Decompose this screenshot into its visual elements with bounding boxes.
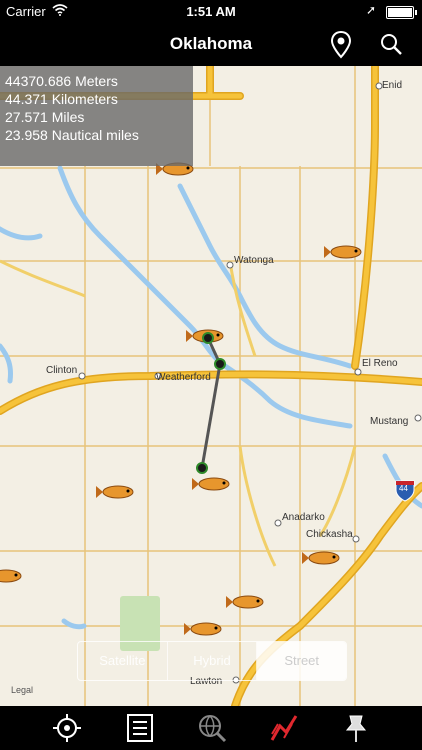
clock: 1:51 AM — [186, 4, 236, 19]
globe-search-icon[interactable] — [196, 712, 228, 744]
distance-kilometers: 44.371 Kilometers — [5, 91, 118, 107]
measure-icon[interactable] — [268, 712, 300, 744]
status-bar: Carrier 1:51 AM ➚ — [0, 0, 422, 24]
distance-miles: 27.571 Miles — [5, 109, 85, 125]
map-type-satellite[interactable]: Satellite — [78, 642, 168, 680]
tab-bar — [0, 706, 422, 750]
page-title: Oklahoma — [169, 34, 253, 53]
location-arrow-icon: ➚ — [365, 3, 376, 17]
legal-link[interactable]: Legal — [11, 685, 33, 695]
city-label: El Reno — [362, 358, 398, 369]
city-label: Mustang — [370, 416, 409, 427]
search-icon[interactable] — [378, 32, 406, 58]
crosshair-icon[interactable] — [51, 712, 83, 744]
distance-meters: 44370.686 Meters — [5, 73, 118, 89]
city-label: Watonga — [234, 255, 274, 266]
distance-nautical-miles: 23.958 Nautical miles — [5, 127, 139, 143]
map-type-street[interactable]: Street — [257, 642, 346, 680]
battery-icon — [386, 6, 417, 19]
city-label: Clinton — [46, 365, 78, 376]
map-view[interactable]: Enid Watonga El Reno Clinton Weatherford… — [0, 66, 422, 706]
navigation-bar: Oklahoma — [0, 24, 422, 66]
pushpin-icon[interactable] — [340, 712, 372, 744]
map-type-hybrid[interactable]: Hybrid — [168, 642, 258, 680]
map-type-segmented-control: Satellite Hybrid Street — [77, 641, 347, 681]
list-icon[interactable] — [124, 712, 156, 744]
interstate-shield-label: 44 — [399, 484, 408, 493]
city-label: Anadarko — [282, 512, 325, 523]
fish-markers — [0, 162, 362, 636]
pin-icon[interactable] — [328, 30, 354, 60]
city-label: Weatherford — [156, 372, 211, 383]
city-label: Enid — [382, 80, 403, 91]
city-label: Chickasha — [306, 529, 353, 540]
distance-panel: 44370.686 Meters 44.371 Kilometers 27.57… — [0, 66, 193, 166]
